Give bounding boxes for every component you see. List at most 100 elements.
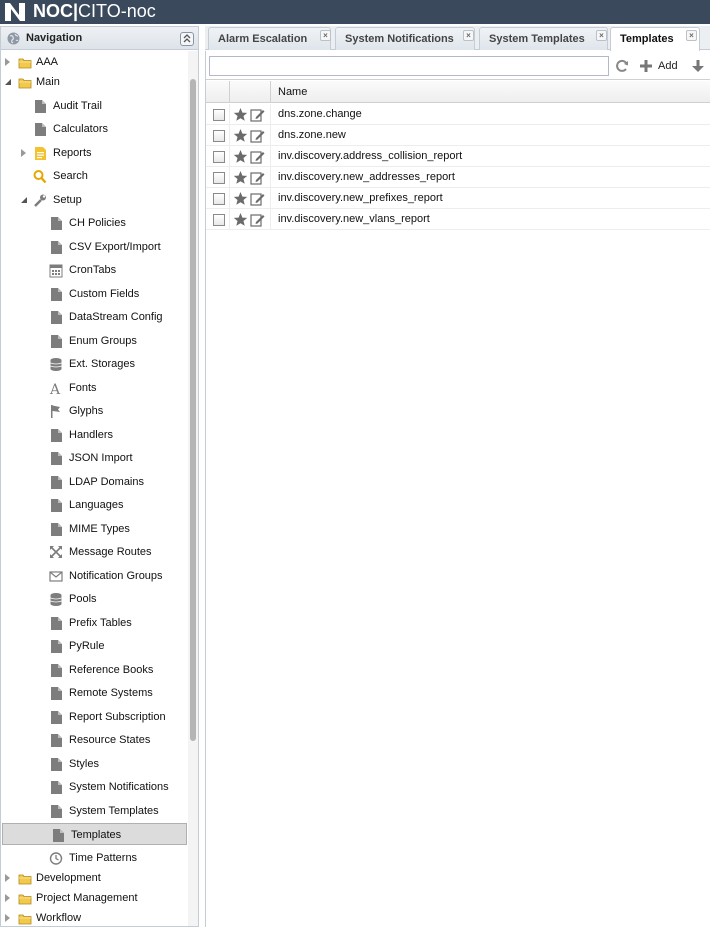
document-icon — [51, 734, 62, 747]
edit-icon[interactable] — [250, 212, 265, 227]
nav-item-json-import[interactable]: JSON Import — [1, 447, 187, 469]
nav-item-reference-books[interactable]: Reference Books — [1, 659, 187, 681]
table-row[interactable]: inv.discovery.new_addresses_report — [206, 167, 710, 188]
row-checkbox[interactable] — [213, 214, 225, 226]
nav-item-ext-storages[interactable]: Ext. Storages — [1, 353, 187, 375]
navigation-panel: Navigation AAA Main Audit Trail Calculators… — [0, 26, 199, 927]
nav-item-system-notifications[interactable]: System Notifications — [1, 776, 187, 798]
nav-item-calculators[interactable]: Calculators — [1, 118, 187, 140]
tab-templates[interactable]: Templates × — [610, 27, 700, 51]
tree-expand-icon[interactable] — [5, 58, 10, 66]
search-input[interactable] — [209, 56, 609, 76]
row-checkbox[interactable] — [213, 172, 225, 184]
nav-item-prefix-tables[interactable]: Prefix Tables — [1, 612, 187, 634]
tree-collapse-icon[interactable] — [21, 197, 27, 203]
nav-item-setup[interactable]: Setup — [1, 189, 187, 211]
database-icon — [50, 593, 62, 606]
star-icon[interactable] — [233, 107, 248, 122]
nav-item-main[interactable]: Main — [1, 71, 187, 93]
nav-item-pyrule[interactable]: PyRule — [1, 635, 187, 657]
nav-item-resource-states[interactable]: Resource States — [1, 729, 187, 751]
close-icon[interactable]: × — [686, 30, 697, 41]
close-icon[interactable]: × — [596, 30, 607, 41]
close-icon[interactable]: × — [463, 30, 474, 41]
column-divider — [229, 209, 230, 230]
nav-item-reports[interactable]: Reports — [1, 142, 187, 164]
nav-item-mime-types[interactable]: MIME Types — [1, 518, 187, 540]
nav-item-report-subscription[interactable]: Report Subscription — [1, 706, 187, 728]
nav-item-project-management[interactable]: Project Management — [1, 887, 187, 909]
nav-item-ch-policies[interactable]: CH Policies — [1, 212, 187, 234]
nav-item-fonts[interactable]: A Fonts — [1, 377, 187, 399]
tab-system-notifications[interactable]: System Notifications × — [335, 27, 475, 50]
nav-item-handlers[interactable]: Handlers — [1, 424, 187, 446]
nav-item-templates[interactable]: Templates — [2, 823, 187, 845]
star-icon[interactable] — [233, 149, 248, 164]
refresh-icon[interactable] — [614, 58, 630, 74]
nav-item-pools[interactable]: Pools — [1, 588, 187, 610]
edit-icon[interactable] — [250, 149, 265, 164]
tree-expand-icon[interactable] — [5, 914, 10, 922]
nav-item-glyphs[interactable]: Glyphs — [1, 400, 187, 422]
nav-item-languages[interactable]: Languages — [1, 494, 187, 516]
tree-collapse-icon[interactable] — [5, 79, 11, 85]
table-row[interactable]: inv.discovery.address_collision_report — [206, 146, 710, 167]
nav-item-styles[interactable]: Styles — [1, 753, 187, 775]
nav-item-development[interactable]: Development — [1, 867, 187, 889]
star-icon[interactable] — [233, 170, 248, 185]
column-header-name[interactable]: Name — [278, 81, 307, 103]
edit-icon[interactable] — [250, 128, 265, 143]
add-icon[interactable] — [638, 58, 654, 74]
nav-item-aaa[interactable]: AAA — [1, 51, 187, 73]
nav-item-crontabs[interactable]: CronTabs — [1, 259, 187, 281]
nav-item-label: Reports — [53, 147, 92, 159]
tab-system-templates[interactable]: System Templates × — [479, 27, 608, 50]
nav-item-ldap-domains[interactable]: LDAP Domains — [1, 471, 187, 493]
tree-expand-icon[interactable] — [21, 149, 26, 157]
nav-item-csv-export-import[interactable]: CSV Export/Import — [1, 236, 187, 258]
document-icon — [51, 311, 62, 324]
row-checkbox[interactable] — [213, 109, 225, 121]
edit-icon[interactable] — [250, 107, 265, 122]
row-checkbox[interactable] — [213, 130, 225, 142]
table-row[interactable]: inv.discovery.new_prefixes_report — [206, 188, 710, 209]
nav-item-workflow[interactable]: Workflow — [1, 907, 187, 929]
table-row[interactable]: dns.zone.change — [206, 104, 710, 125]
row-checkbox[interactable] — [213, 193, 225, 205]
edit-icon[interactable] — [250, 191, 265, 206]
table-row[interactable]: inv.discovery.new_vlans_report — [206, 209, 710, 230]
document-icon — [51, 335, 62, 348]
nav-item-label: CronTabs — [69, 264, 117, 276]
download-icon[interactable] — [690, 58, 706, 74]
table-row[interactable]: dns.zone.new — [206, 125, 710, 146]
nav-item-audit-trail[interactable]: Audit Trail — [1, 95, 187, 117]
close-icon[interactable]: × — [320, 30, 331, 41]
row-checkbox[interactable] — [213, 151, 225, 163]
tree-expand-icon[interactable] — [5, 874, 10, 882]
tree-expand-icon[interactable] — [5, 894, 10, 902]
nav-item-label: Pools — [69, 593, 97, 605]
column-divider — [229, 125, 230, 146]
document-icon — [35, 123, 46, 136]
star-icon[interactable] — [233, 191, 248, 206]
add-button[interactable]: Add — [658, 51, 678, 82]
nav-item-remote-systems[interactable]: Remote Systems — [1, 682, 187, 704]
edit-icon[interactable] — [250, 170, 265, 185]
navigation-header: Navigation — [1, 27, 198, 50]
nav-item-message-routes[interactable]: Message Routes — [1, 541, 187, 563]
nav-item-system-templates[interactable]: System Templates — [1, 800, 187, 822]
nav-item-enum-groups[interactable]: Enum Groups — [1, 330, 187, 352]
nav-item-custom-fields[interactable]: Custom Fields — [1, 283, 187, 305]
nav-item-datastream-config[interactable]: DataStream Config — [1, 306, 187, 328]
collapse-navigation-button[interactable] — [180, 32, 194, 46]
tab-alarm-escalation[interactable]: Alarm Escalation × — [208, 27, 331, 50]
navigation-scrollbar-thumb[interactable] — [190, 79, 196, 741]
nav-item-search[interactable]: Search — [1, 165, 187, 187]
star-icon[interactable] — [233, 128, 248, 143]
column-divider — [270, 167, 271, 188]
star-icon[interactable] — [233, 212, 248, 227]
nav-item-label: CH Policies — [69, 217, 126, 229]
nav-item-time-patterns[interactable]: Time Patterns — [1, 847, 187, 869]
nav-item-notification-groups[interactable]: Notification Groups — [1, 565, 187, 587]
document-icon — [51, 711, 62, 724]
